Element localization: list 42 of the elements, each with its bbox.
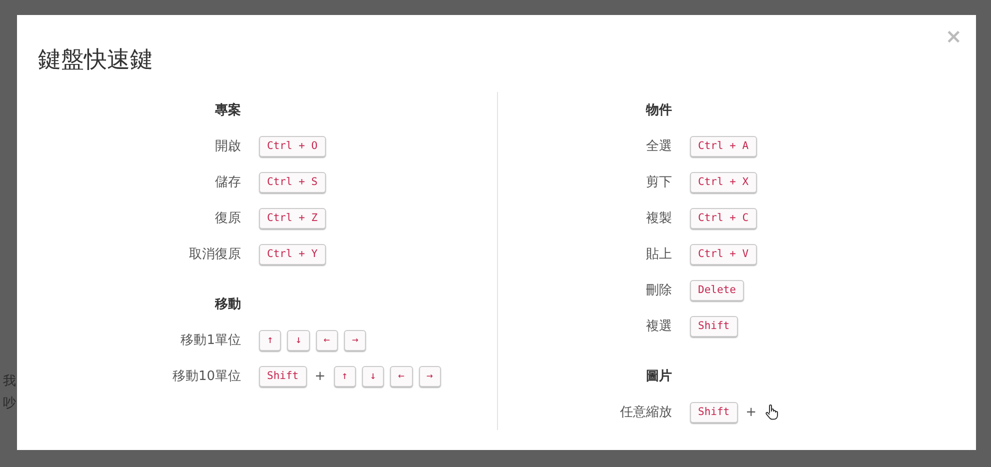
key-cap: ↓ [362, 366, 384, 386]
plus-sign: + [746, 404, 757, 420]
key-cap: Ctrl + Z [259, 208, 326, 228]
shortcut-label: 復原 [214, 210, 241, 227]
shortcut-label: 全選 [645, 138, 672, 155]
shortcut-label: 移動1單位 [180, 332, 241, 349]
key-cap: ↓ [287, 330, 310, 350]
shortcut-label: 開啟 [214, 138, 241, 155]
key-cap: Shift [690, 402, 738, 422]
shortcut-label: 刪除 [645, 282, 672, 299]
key-cap: Ctrl + A [690, 136, 757, 156]
key-cap: Shift [259, 366, 307, 386]
shortcut-label: 任意縮放 [619, 404, 672, 421]
section-heading: 移動 [214, 296, 241, 313]
key-cap: Ctrl + V [690, 244, 757, 264]
key-cap: ← [390, 366, 412, 386]
shortcut-label: 貼上 [645, 246, 672, 263]
key-cap: Ctrl + S [259, 172, 326, 192]
key-cap: Ctrl + X [690, 172, 757, 192]
key-cap: Shift [690, 316, 738, 336]
plus-sign: + [314, 368, 326, 384]
key-cap: Ctrl + C [690, 208, 757, 228]
section-heading: 專案 [214, 102, 241, 119]
key-cap: ↑ [259, 330, 282, 350]
close-button[interactable]: × [945, 26, 962, 46]
key-cap: Ctrl + Y [259, 244, 326, 264]
shortcut-label: 複製 [645, 210, 672, 227]
shortcut-label: 儲存 [214, 174, 241, 191]
key-cap: ↑ [334, 366, 356, 386]
pointing-hand-icon [764, 404, 779, 420]
section-heading: 圖片 [645, 368, 672, 385]
shortcut-label: 剪下 [645, 174, 672, 191]
key-cap: Ctrl + O [259, 136, 326, 156]
key-cap: ← [316, 330, 338, 350]
shortcut-label: 移動10單位 [171, 368, 241, 385]
shortcut-label: 取消復原 [188, 246, 241, 263]
shortcut-label: 複選 [645, 318, 672, 335]
section-heading: 物件 [644, 102, 672, 119]
key-cap: → [344, 330, 366, 350]
key-cap: Delete [690, 280, 744, 300]
dialog-title: 鍵盤快速鍵 [38, 46, 153, 75]
key-cap: → [418, 366, 441, 386]
